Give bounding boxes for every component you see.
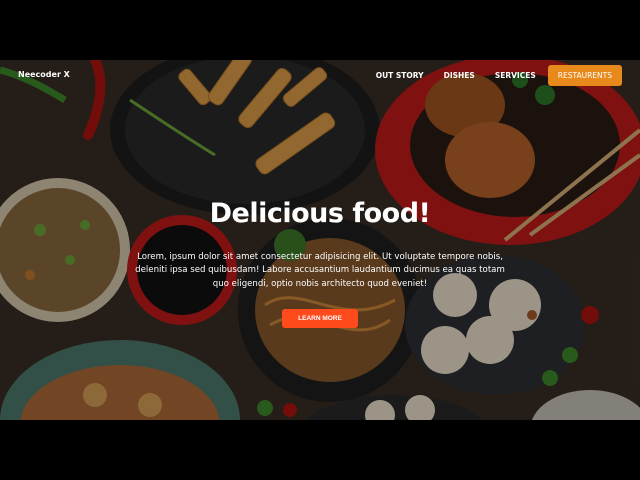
restaurants-button[interactable]: RESTAURENTS <box>547 65 622 86</box>
main-nav: OUT STORY DISHES SERVICES RESTAURENTS <box>368 65 622 86</box>
nav-item-services[interactable]: SERVICES <box>487 66 544 85</box>
nav-item-our-story[interactable]: OUT STORY <box>368 66 432 85</box>
learn-more-button[interactable]: LEARN MORE <box>282 308 358 328</box>
nav-item-dishes[interactable]: DISHES <box>436 66 483 85</box>
hero-description: Lorem, ipsum dolor sit amet consectetur … <box>135 252 505 289</box>
hero-content: Delicious food! Lorem, ipsum dolor sit a… <box>120 198 520 328</box>
brand-logo[interactable]: Neecoder X <box>18 70 70 79</box>
hero-section: Neecoder X OUT STORY DISHES SERVICES RES… <box>0 60 640 420</box>
hero-title: Delicious food! <box>209 198 431 229</box>
